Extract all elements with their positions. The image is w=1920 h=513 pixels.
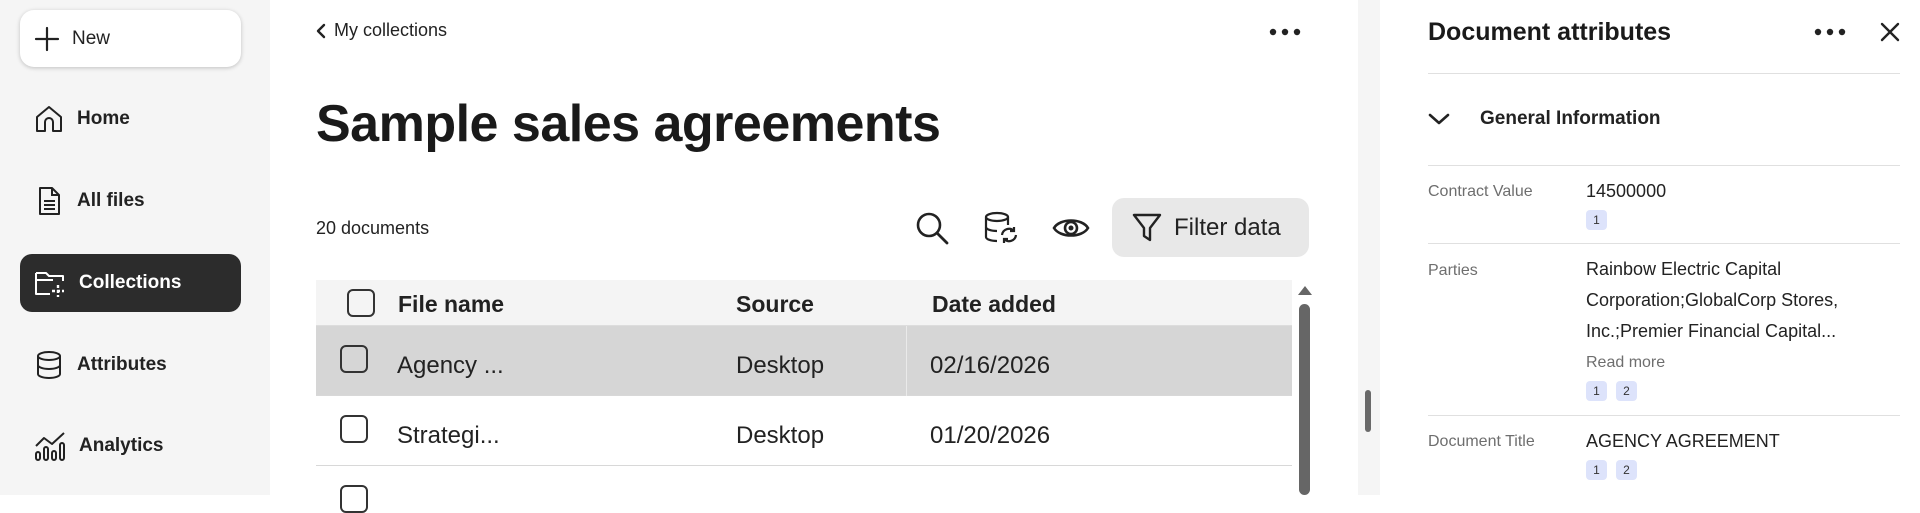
preview-button[interactable] (1049, 206, 1093, 250)
sidebar-item-label: Home (77, 108, 130, 129)
sidebar-item-attributes[interactable]: Attributes (20, 336, 241, 394)
database-icon (33, 349, 65, 381)
divider (1428, 165, 1900, 166)
divider (1428, 73, 1900, 74)
citation-badge[interactable]: 2 (1616, 460, 1637, 480)
main-content: My collections Sample sales agreements 2… (270, 0, 1358, 513)
citation-badges: 1 2 (1586, 460, 1637, 480)
section-label: General Information (1480, 108, 1661, 129)
sidebar-item-collections[interactable]: Collections (20, 254, 241, 312)
more-options-button[interactable] (1265, 18, 1305, 46)
column-header-source[interactable]: Source (736, 291, 814, 318)
sync-data-button[interactable] (979, 206, 1023, 250)
panel-more-options-button[interactable] (1810, 18, 1850, 46)
table-header: File name Source Date added (316, 280, 1292, 326)
row-checkbox[interactable] (340, 345, 368, 373)
filter-data-label: Filter data (1174, 213, 1281, 241)
database-sync-icon (983, 210, 1019, 246)
filter-data-button[interactable]: Filter data (1112, 198, 1309, 257)
page-title: Sample sales agreements (316, 95, 941, 153)
table-row[interactable]: Agency ... Desktop 02/16/2026 (316, 326, 1292, 396)
sidebar-item-label: All files (77, 190, 145, 211)
file-name-cell[interactable]: Agency ... (397, 352, 504, 380)
attribute-label: Parties (1428, 262, 1478, 279)
source-cell: Desktop (736, 352, 825, 379)
date-added-cell: 02/16/2026 (930, 352, 1051, 379)
scroll-up-arrow[interactable] (1298, 286, 1312, 295)
chevron-left-icon (316, 23, 326, 39)
sidebar-item-label: Collections (79, 272, 182, 293)
funnel-icon (1132, 212, 1162, 244)
document-attributes-panel: Document attributes General Information … (1380, 0, 1920, 495)
divider (1428, 415, 1900, 416)
home-icon (33, 103, 65, 135)
eye-icon (1052, 214, 1090, 242)
attribute-value: 14500000 (1586, 181, 1667, 201)
sidebar-item-home[interactable]: Home (20, 90, 241, 148)
back-link[interactable]: My collections (316, 20, 447, 41)
back-link-label: My collections (334, 20, 448, 40)
sidebar-item-label: Attributes (77, 354, 167, 375)
new-button-label: New (72, 27, 111, 49)
more-horizontal-icon (1269, 28, 1301, 36)
new-button[interactable]: New (20, 10, 241, 67)
read-more-link[interactable]: Read more (1586, 354, 1665, 372)
more-horizontal-icon (1814, 28, 1846, 36)
column-header-date-added[interactable]: Date added (932, 291, 1056, 318)
sidebar: New Home All files Collections Attribute… (0, 0, 270, 495)
citation-badge[interactable]: 1 (1586, 460, 1607, 480)
column-header-file-name[interactable]: File name (398, 291, 504, 318)
close-icon (1879, 21, 1901, 43)
sidebar-item-all-files[interactable]: All files (20, 172, 241, 230)
table-row[interactable] (316, 466, 1292, 513)
select-all-checkbox[interactable] (347, 289, 375, 317)
citation-badge[interactable]: 2 (1616, 381, 1637, 401)
chart-icon (33, 430, 67, 462)
citation-badges: 1 2 (1586, 381, 1637, 401)
section-general-information[interactable]: General Information (1428, 108, 1661, 130)
source-cell: Desktop (736, 422, 825, 449)
search-button[interactable] (910, 206, 954, 250)
close-panel-button[interactable] (1876, 18, 1904, 46)
attribute-label: Contract Value (1428, 183, 1533, 200)
scrollbar-thumb[interactable] (1299, 304, 1310, 495)
file-name-cell[interactable]: Strategi... (397, 422, 500, 450)
resize-handle[interactable] (1365, 390, 1371, 432)
chevron-down-icon (1428, 112, 1450, 126)
attribute-value-line: Corporation;GlobalCorp Stores, (1586, 290, 1839, 310)
row-checkbox[interactable] (340, 415, 368, 443)
date-added-cell: 01/20/2026 (930, 422, 1051, 449)
divider (1428, 243, 1900, 244)
attribute-value: AGENCY AGREEMENT (1586, 431, 1780, 451)
attribute-value-line: Rainbow Electric Capital (1586, 259, 1782, 279)
sidebar-item-label: Analytics (79, 435, 164, 456)
citation-badges: 1 (1586, 210, 1607, 230)
row-checkbox[interactable] (340, 485, 368, 513)
file-icon (33, 185, 65, 217)
citation-badge[interactable]: 1 (1586, 381, 1607, 401)
plus-icon (34, 26, 60, 52)
documents-table: File name Source Date added Agency ... D… (316, 280, 1292, 513)
column-divider (906, 326, 907, 396)
sidebar-item-analytics[interactable]: Analytics (20, 417, 241, 475)
folder-collection-icon (33, 267, 67, 299)
panel-title: Document attributes (1428, 18, 1672, 46)
table-row[interactable]: Strategi... Desktop 01/20/2026 (316, 396, 1292, 466)
citation-badge[interactable]: 1 (1586, 210, 1607, 230)
attribute-label: Document Title (1428, 433, 1535, 450)
search-icon (914, 210, 950, 246)
document-count: 20 documents (316, 218, 430, 238)
attribute-value-line: Inc.;Premier Financial Capital... (1586, 321, 1837, 341)
